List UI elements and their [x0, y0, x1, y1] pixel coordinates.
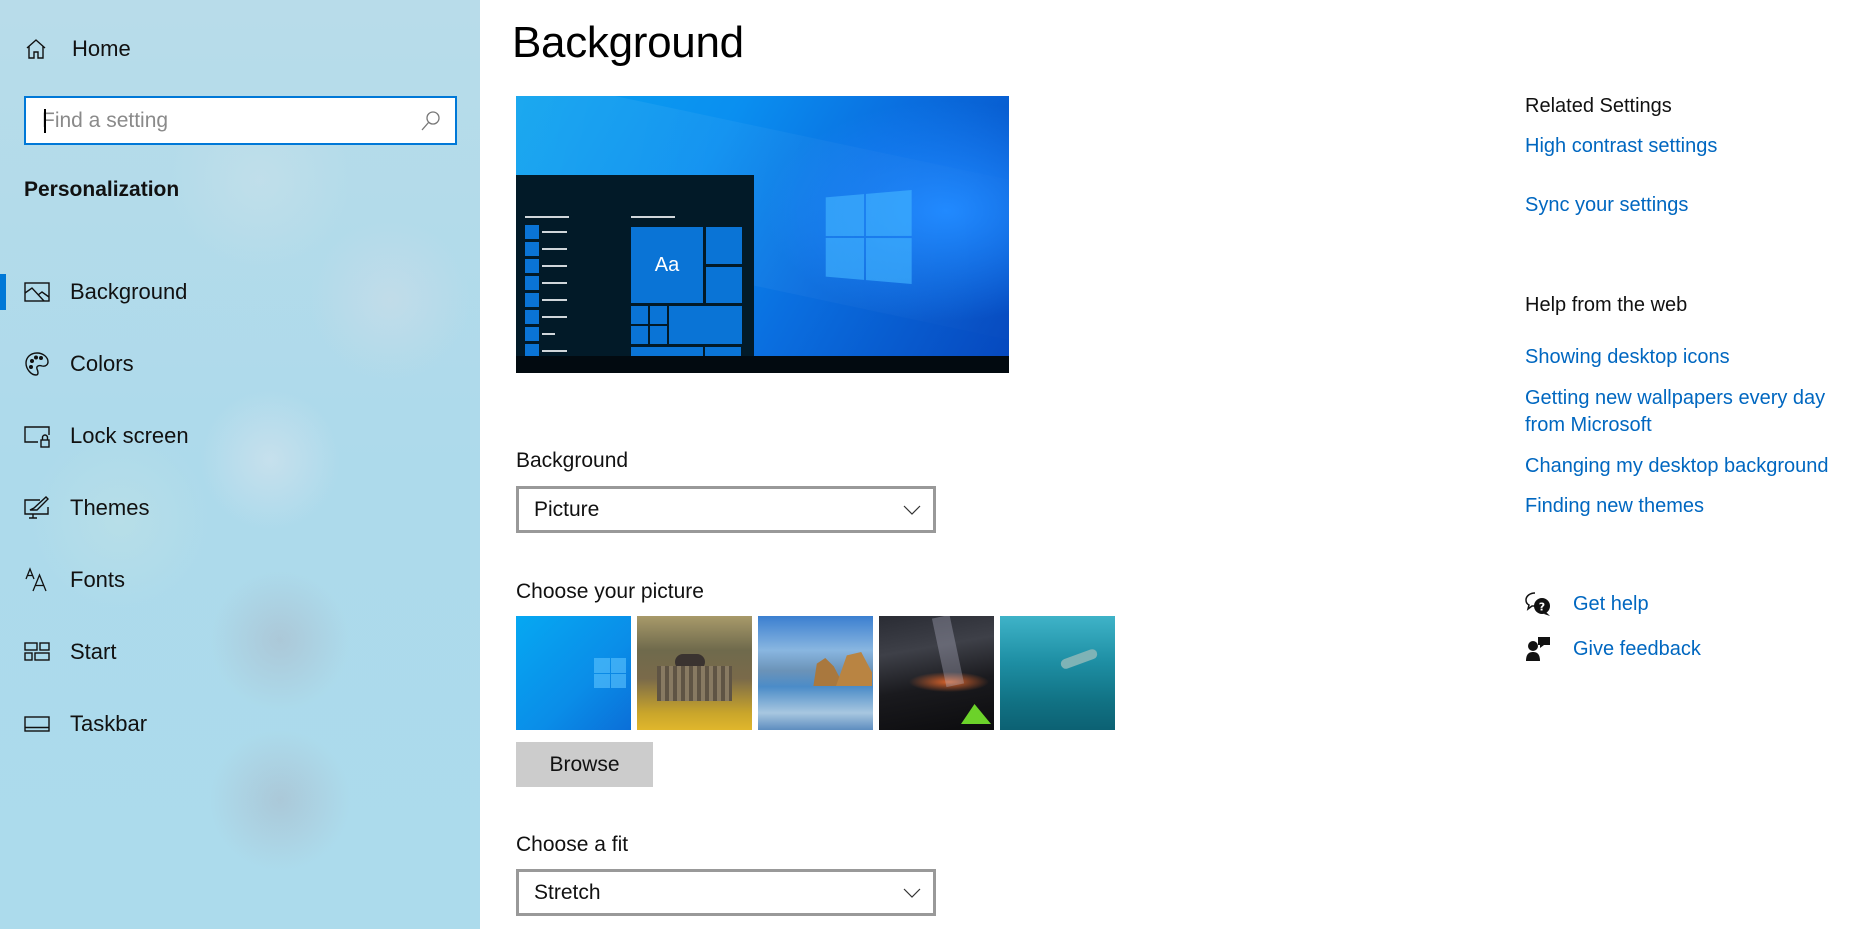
- get-help-icon: ?: [1525, 592, 1550, 616]
- sidebar-item-taskbar[interactable]: Taskbar: [0, 688, 480, 760]
- fonts-icon: [25, 567, 47, 592]
- sidebar: Home Personalization Background: [0, 0, 480, 929]
- background-dropdown[interactable]: Picture: [516, 486, 936, 533]
- themes-icon: [24, 496, 49, 519]
- svg-text:?: ?: [1539, 601, 1545, 614]
- windows-logo: [825, 189, 912, 285]
- chevron-down-icon: [903, 505, 921, 515]
- sync-settings-link[interactable]: Sync your settings: [1525, 192, 1688, 219]
- give-feedback-link[interactable]: Give feedback: [1525, 636, 1701, 662]
- home-label: Home: [72, 36, 131, 61]
- desktop-preview: Aa: [516, 96, 1009, 373]
- help-link-new-wallpapers[interactable]: Getting new wallpapers every day from Mi…: [1525, 385, 1855, 439]
- preview-taskbar: [516, 356, 1009, 373]
- give-feedback-label: Give feedback: [1573, 637, 1701, 660]
- preview-tile-text: Aa: [631, 227, 703, 303]
- search-input[interactable]: [26, 98, 419, 143]
- get-help-link[interactable]: ? Get help: [1525, 591, 1649, 617]
- sidebar-item-lock-screen[interactable]: Lock screen: [0, 400, 480, 472]
- help-link-change-background[interactable]: Changing my desktop background: [1525, 453, 1829, 480]
- sidebar-item-themes[interactable]: Themes: [0, 472, 480, 544]
- section-heading: Personalization: [24, 178, 180, 201]
- help-link-desktop-icons[interactable]: Showing desktop icons: [1525, 344, 1730, 371]
- preview-start-menu: Aa: [516, 175, 754, 358]
- nav-list: Background Colors Lock screen Themes Fon…: [0, 256, 480, 760]
- start-icon: [24, 642, 50, 661]
- lock-screen-icon: [24, 426, 50, 448]
- chevron-down-icon: [903, 888, 921, 898]
- high-contrast-link[interactable]: High contrast settings: [1525, 133, 1717, 160]
- get-help-label: Get help: [1573, 592, 1649, 615]
- home-nav-item[interactable]: Home: [24, 32, 131, 66]
- sidebar-item-label: Colors: [70, 351, 134, 376]
- sidebar-item-label: Lock screen: [70, 423, 189, 448]
- page-title: Background: [512, 18, 744, 67]
- sidebar-item-label: Background: [70, 279, 188, 304]
- thumbnail-beach[interactable]: [758, 616, 873, 730]
- sidebar-item-label: Themes: [70, 495, 150, 520]
- home-icon: [26, 39, 46, 59]
- sidebar-item-colors[interactable]: Colors: [0, 328, 480, 400]
- choose-fit-label: Choose a fit: [516, 833, 629, 856]
- sidebar-item-label: Taskbar: [70, 711, 148, 736]
- selected-indicator: [0, 274, 6, 310]
- picture-thumbnails: [516, 616, 1115, 730]
- thumbnail-underwater[interactable]: [1000, 616, 1115, 730]
- sidebar-item-start[interactable]: Start: [0, 616, 480, 688]
- search-icon[interactable]: [419, 109, 443, 133]
- sidebar-item-label: Fonts: [70, 567, 126, 592]
- background-label: Background: [516, 449, 629, 472]
- related-settings-heading: Related Settings: [1525, 95, 1672, 117]
- taskbar-icon: [24, 716, 50, 732]
- picture-icon: [24, 282, 50, 302]
- palette-icon: [25, 352, 49, 376]
- browse-button[interactable]: Browse: [516, 742, 653, 787]
- main-content: Background Aa Background Picture Choose …: [480, 0, 1859, 929]
- fit-dropdown-value: Stretch: [534, 880, 601, 904]
- thumbnail-windows-light[interactable]: [516, 616, 631, 730]
- sidebar-item-label: Start: [70, 639, 117, 664]
- thumbnail-night-sky[interactable]: [879, 616, 994, 730]
- settings-window: Home Personalization Background: [0, 0, 1859, 929]
- sidebar-item-background[interactable]: Background: [0, 256, 480, 328]
- thumbnail-bench[interactable]: [637, 616, 752, 730]
- text-caret: [44, 109, 46, 133]
- choose-picture-label: Choose your picture: [516, 580, 704, 603]
- fit-dropdown[interactable]: Stretch: [516, 869, 936, 916]
- search-box[interactable]: [24, 96, 457, 145]
- sidebar-item-fonts[interactable]: Fonts: [0, 544, 480, 616]
- help-link-new-themes[interactable]: Finding new themes: [1525, 493, 1704, 520]
- background-dropdown-value: Picture: [534, 497, 600, 521]
- help-web-heading: Help from the web: [1525, 294, 1688, 316]
- give-feedback-icon: [1526, 637, 1550, 661]
